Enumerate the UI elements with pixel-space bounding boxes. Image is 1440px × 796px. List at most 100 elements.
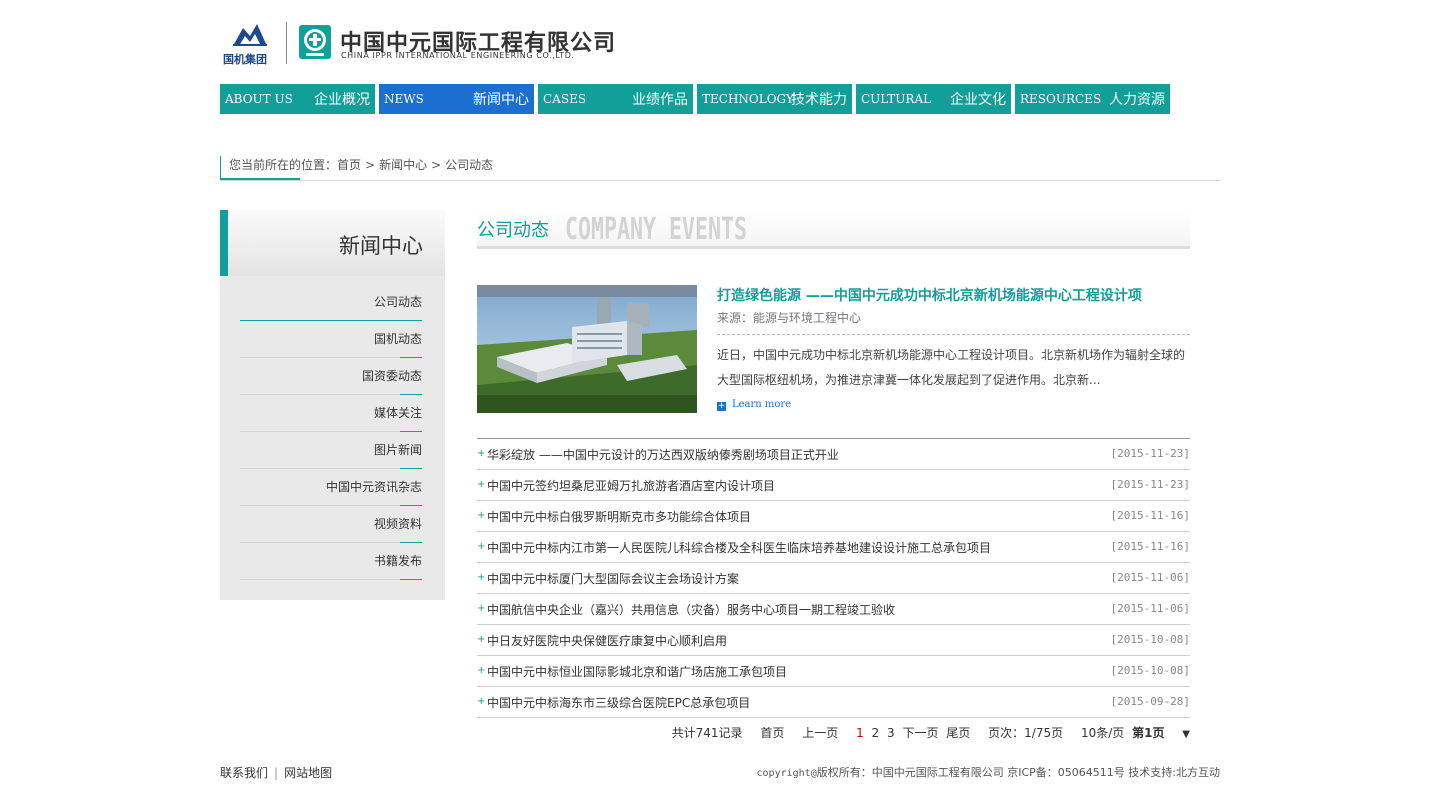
breadcrumb-current[interactable]: 公司动态 <box>445 158 493 172</box>
plus-icon: + <box>717 401 726 411</box>
sidebar-item-label: 视频资料 <box>373 517 422 531</box>
featured-news-title[interactable]: 打造绿色能源 ——中国中元成功中标北京新机场能源中心工程设计项 <box>717 285 1142 305</box>
sidebar-item-sasac-news[interactable]: 国资委动态 <box>240 358 422 395</box>
news-item[interactable]: + 中国中元中标白俄罗斯明斯克市多功能综合体项目 [2015-11-16] <box>477 501 1190 532</box>
news-item[interactable]: + 中日友好医院中央保健医疗康复中心顺利启用 [2015-10-08] <box>477 625 1190 656</box>
sidebar-item-label: 国机动态 <box>373 332 422 346</box>
sidebar-item-label: 媒体关注 <box>373 406 422 420</box>
featured-news-divider <box>717 334 1190 335</box>
group-logo-text: 国机集团 <box>223 53 267 66</box>
breadcrumb-news[interactable]: 新闻中心 <box>379 158 427 172</box>
news-item[interactable]: + 华彩绽放 ——中国中元设计的万达西双版纳傣秀剧场项目正式开业 [2015-11-… <box>477 439 1190 470</box>
news-item-date: [2015-10-08] <box>1110 633 1190 646</box>
breadcrumb-separator: > <box>431 158 442 172</box>
nav-item-cn: 人力资源 <box>1109 92 1165 108</box>
learn-more-link[interactable]: + Learn more <box>717 399 791 411</box>
bullet-icon: + <box>477 572 486 583</box>
breadcrumb-accent <box>220 156 221 180</box>
sidebar-item-label: 图片新闻 <box>373 443 422 457</box>
footer-links: 联系我们 | 网站地图 <box>220 764 332 781</box>
news-item-title: 中国航信中央企业（嘉兴）共用信息（灾备）服务中心项目一期工程竣工验收 <box>487 603 896 617</box>
nav-item-cn: 企业概况 <box>314 92 370 108</box>
company-logo-icon[interactable] <box>298 24 332 60</box>
sitemap-link[interactable]: 网站地图 <box>284 766 332 780</box>
nav-item-en: TECHNOLOGY <box>702 92 794 106</box>
nav-item-cn: 新闻中心 <box>473 92 529 108</box>
news-item-title: 中国中元签约坦桑尼亚姆万扎旅游者酒店室内设计项目 <box>487 479 776 493</box>
pagination-first[interactable]: 首页 <box>760 726 784 740</box>
bullet-icon: + <box>477 603 486 614</box>
footer-divider: | <box>274 766 279 780</box>
sidebar-item-video[interactable]: 视频资料 <box>240 506 422 543</box>
group-logo[interactable]: 国机集团 <box>223 22 275 66</box>
nav-item-en: NEWS <box>384 92 424 106</box>
news-item-title: 华彩绽放 ——中国中元设计的万达西双版纳傣秀剧场项目正式开业 <box>487 448 839 462</box>
pagination-page-1[interactable]: 1 <box>856 726 864 740</box>
pagination: 共计741记录 首页 上一页 1 2 3 下一页 尾页 页次：1/75页 10条… <box>668 724 1190 741</box>
sidebar-title: 新闻中心 <box>339 234 423 258</box>
learn-more-label: Learn more <box>732 399 792 410</box>
sidebar-item-label: 公司动态 <box>373 295 422 309</box>
news-list: + 华彩绽放 ——中国中元设计的万达西双版纳傣秀剧场项目正式开业 [2015-11-… <box>477 438 1190 718</box>
news-item-date: [2015-11-06] <box>1110 571 1190 584</box>
news-item[interactable]: + 中国中元中标厦门大型国际会议主会场设计方案 [2015-11-06] <box>477 563 1190 594</box>
bullet-icon: + <box>477 479 486 490</box>
sidebar-item-magazine[interactable]: 中国中元资讯杂志 <box>240 469 422 506</box>
sidebar-item-books[interactable]: 书籍发布 <box>240 543 422 580</box>
sidebar-item-company-news[interactable]: 公司动态 <box>240 284 422 321</box>
bullet-icon: + <box>477 696 486 707</box>
pagination-page-3[interactable]: 3 <box>887 726 895 740</box>
pagination-last[interactable]: 尾页 <box>946 726 970 740</box>
sidebar-item-label: 书籍发布 <box>373 554 422 568</box>
section-title-en: COMPANY EVENTS <box>565 212 748 247</box>
sidebar-header: 新闻中心 <box>220 210 445 276</box>
contact-link[interactable]: 联系我们 <box>220 766 268 780</box>
nav-item-technology[interactable]: TECHNOLOGY 技术能力 <box>697 84 852 114</box>
pagination-page-2[interactable]: 2 <box>872 726 880 740</box>
bullet-icon: + <box>477 448 486 459</box>
bullet-icon: + <box>477 541 486 552</box>
sidebar-item-media[interactable]: 媒体关注 <box>240 395 422 432</box>
news-item[interactable]: + 中国中元中标恒业国际影城北京和谐广场店施工承包项目 [2015-10-08] <box>477 656 1190 687</box>
sidebar-item-photo-news[interactable]: 图片新闻 <box>240 432 422 469</box>
breadcrumb-prefix: 您当前所在的位置： <box>229 158 338 172</box>
icp-number[interactable]: 京ICP备：05064511号 <box>1007 766 1125 779</box>
sidebar-item-label: 中国中元资讯杂志 <box>325 480 422 494</box>
nav-item-resources[interactable]: RESOURCES 人力资源 <box>1015 84 1170 114</box>
news-item-date: [2015-10-08] <box>1110 664 1190 677</box>
featured-news-image[interactable] <box>477 285 697 413</box>
nav-item-cases[interactable]: CASES 业绩作品 <box>538 84 693 114</box>
breadcrumb-underline <box>220 178 300 180</box>
nav-item-cn: 企业文化 <box>950 92 1006 108</box>
bullet-icon: + <box>477 665 486 676</box>
bullet-icon: + <box>477 634 486 645</box>
news-item-date: [2015-11-23] <box>1110 447 1190 460</box>
nav-item-cultural[interactable]: CULTURAL 企业文化 <box>856 84 1011 114</box>
chevron-down-icon[interactable]: ▼ <box>1182 729 1190 740</box>
news-item[interactable]: + 中国中元中标海东市三级综合医院EPC总承包项目 [2015-09-28] <box>477 687 1190 718</box>
nav-item-en: CASES <box>543 92 587 106</box>
bullet-icon: + <box>477 510 486 521</box>
pagination-total: 共计741记录 <box>671 726 743 740</box>
breadcrumb-home[interactable]: 首页 <box>337 158 361 172</box>
page: 国机集团 中国中元国际工程有限公司 CHINA IPPR INTERNATION… <box>220 0 1220 796</box>
page-select[interactable]: 第1页 <box>1132 726 1164 740</box>
news-item[interactable]: + 中国中元中标内江市第一人民医院儿科综合楼及全科医生临床培养基地建设设计施工总承… <box>477 532 1190 563</box>
news-item[interactable]: + 中国航信中央企业（嘉兴）共用信息（灾备）服务中心项目一期工程竣工验收 [2015… <box>477 594 1190 625</box>
news-item[interactable]: + 中国中元签约坦桑尼亚姆万扎旅游者酒店室内设计项目 [2015-11-23] <box>477 470 1190 501</box>
tech-support: 技术支持:北方互动 <box>1128 766 1220 779</box>
nav-item-cn: 技术能力 <box>791 92 847 108</box>
sidebar-accent <box>220 210 228 276</box>
pagination-next[interactable]: 下一页 <box>902 726 938 740</box>
news-item-date: [2015-11-16] <box>1110 540 1190 553</box>
news-item-title: 中国中元中标恒业国际影城北京和谐广场店施工承包项目 <box>487 665 788 679</box>
news-item-date: [2015-09-28] <box>1110 695 1190 708</box>
copyright-text: 版权所有：中国中元国际工程有限公司 <box>816 766 1004 779</box>
nav-item-about[interactable]: ABOUT US 企业概况 <box>220 84 375 114</box>
nav-item-news[interactable]: NEWS 新闻中心 <box>379 84 534 114</box>
company-name-en: CHINA IPPR INTERNATIONAL ENGINEERING CO.… <box>341 51 575 60</box>
news-item-date: [2015-11-16] <box>1110 509 1190 522</box>
footer-copyright: copyright@版权所有：中国中元国际工程有限公司 京ICP备：050645… <box>757 764 1220 780</box>
sidebar-item-sinomach-news[interactable]: 国机动态 <box>240 321 422 358</box>
pagination-prev[interactable]: 上一页 <box>802 726 838 740</box>
